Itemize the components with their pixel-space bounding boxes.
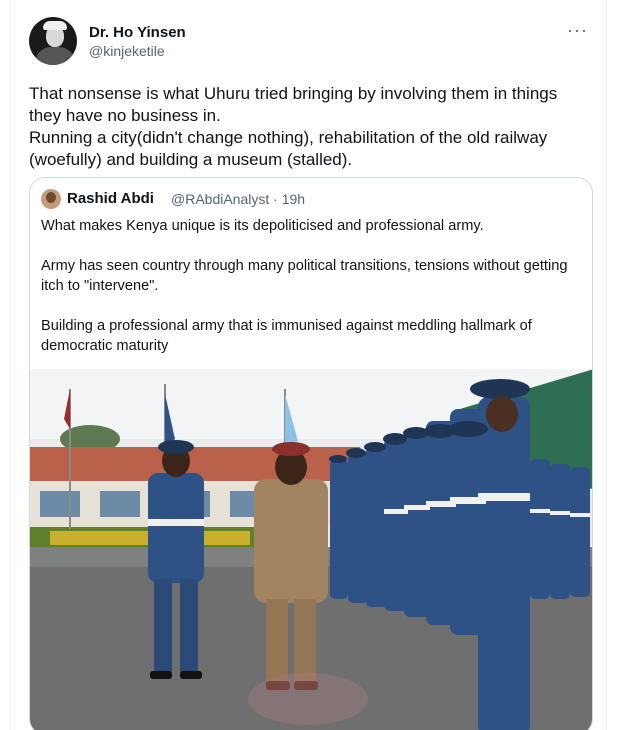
quoted-paragraph: Army has seen country through many polit… <box>41 258 568 294</box>
quoted-paragraph: What makes Kenya unique is its depolitic… <box>41 218 484 234</box>
tweet-text-line: Running a city(didn't change nothing), r… <box>29 128 548 147</box>
author-name[interactable]: Dr. Ho Yinsen <box>89 24 186 41</box>
quoted-author-meta: @RAbdiAnalyst · 19h <box>171 191 306 207</box>
quoted-tweet[interactable]: Rashid Abdi @RAbdiAnalyst · 19h What mak… <box>29 177 593 730</box>
tweet-card[interactable]: Dr. Ho Yinsen @kinjeketile ··· That nons… <box>10 0 607 730</box>
tweet-text-line: they have no business in. <box>29 106 221 125</box>
quoted-paragraph: Building a professional army that is imm… <box>41 318 532 354</box>
more-options-icon[interactable]: ··· <box>567 20 588 41</box>
quoted-author-avatar <box>41 189 61 209</box>
author-avatar[interactable] <box>29 17 77 65</box>
quoted-tweet-photo[interactable] <box>30 369 592 730</box>
quoted-author-name: Rashid Abdi <box>67 190 154 207</box>
guard-of-honour-photo <box>30 369 592 730</box>
tweet-text-line: (woefully) and building a museum (stalle… <box>29 150 353 169</box>
tweet-text-line: That nonsense is what Uhuru tried bringi… <box>29 84 558 103</box>
author-handle[interactable]: @kinjeketile <box>89 43 165 59</box>
quoted-tweet-text: What makes Kenya unique is its depolitic… <box>41 216 581 376</box>
tweet-text: That nonsense is what Uhuru tried bringi… <box>29 83 599 171</box>
